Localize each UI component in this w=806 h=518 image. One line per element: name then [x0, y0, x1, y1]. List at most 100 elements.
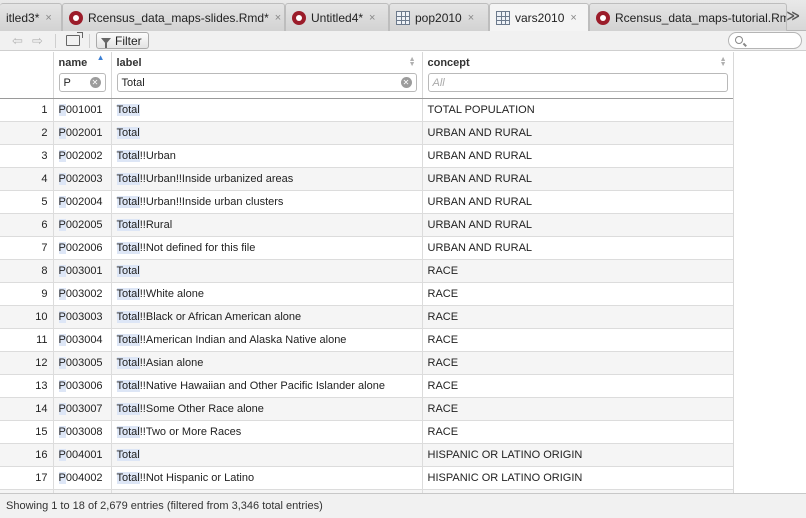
table-row[interactable]: 16 P004001 Total HISPANIC OR LATINO ORIGIN — [0, 443, 733, 467]
name-value: P003007 — [58, 402, 103, 415]
search-match-highlight: P — [58, 195, 66, 208]
label-value: Total!!Rural — [116, 218, 173, 231]
search-match-highlight: Total — [116, 195, 140, 208]
table-row[interactable]: 11 P003004 Total!!American Indian and Alas… — [0, 328, 733, 352]
close-icon[interactable]: × — [275, 12, 281, 24]
label-value: Total!!Urban!!Inside urban clusters — [116, 195, 284, 208]
data-grid-icon — [496, 11, 510, 25]
tab-overflow-chevron-icon[interactable]: ≫ — [786, 8, 800, 24]
sort-toggle-icon[interactable]: ▲ ▼ — [720, 56, 727, 68]
back-arrow-icon[interactable]: ⇦ — [12, 33, 23, 49]
entries-status-text: Showing 1 to 18 of 2,679 entries (filter… — [6, 500, 323, 512]
forward-arrow-icon[interactable]: ⇨ — [32, 33, 43, 49]
table-row[interactable]: 6 P002005 Total!!Rural URBAN AND RURAL — [0, 213, 733, 237]
table-row[interactable]: 4 P002003 Total!!Urban!!Inside urbanized a… — [0, 167, 733, 191]
row-index-header — [0, 52, 54, 99]
name-value: P003001 — [58, 264, 103, 277]
close-icon[interactable]: × — [570, 12, 576, 24]
search-match-highlight: Total — [116, 448, 140, 461]
sort-toggle-icon[interactable]: ▲ ▼ — [409, 56, 416, 68]
concept-cell: URBAN AND RURAL — [422, 190, 733, 214]
table-row[interactable]: 3 P002002 Total!!Urban URBAN AND RURAL — [0, 144, 733, 168]
clear-filter-icon[interactable]: ✕ — [400, 77, 412, 88]
concept-cell: HISPANIC OR LATINO ORIGIN — [422, 443, 733, 467]
concept-cell: RACE — [422, 259, 733, 283]
name-value: P003003 — [58, 310, 103, 323]
concept-cell: RACE — [422, 351, 733, 375]
clear-filter-icon[interactable]: ✕ — [89, 77, 101, 88]
name-cell: P003002 — [53, 282, 112, 306]
name-filter-field[interactable]: P ✕ — [58, 73, 106, 92]
tab-pop2010[interactable]: pop2010 × — [389, 3, 489, 31]
close-icon[interactable]: × — [369, 12, 375, 24]
table-row[interactable]: 14 P003007 Total!!Some Other Race alone RAC… — [0, 397, 733, 421]
search-match-highlight: P — [58, 218, 66, 231]
row-index-cell: 2 — [0, 121, 54, 145]
tab-rcensus-tutorial[interactable]: Rcensus_data_maps-tutorial.Rm — [589, 3, 787, 31]
sort-ascending-icon[interactable]: ▲ — [97, 54, 105, 62]
table-row[interactable]: 9 P003002 Total!!White alone RACE — [0, 282, 733, 306]
column-header-label[interactable]: label ▲ ▼ Total ✕ — [111, 52, 423, 99]
table-row[interactable]: 1 P001001 Total TOTAL POPULATION — [0, 98, 733, 122]
filter-value: P — [63, 77, 71, 89]
label-cell: Total — [111, 443, 423, 467]
filter-value: Total — [121, 77, 145, 89]
table-row[interactable]: 7 P002006 Total!!Not defined for this file… — [0, 236, 733, 260]
search-match-highlight: P — [58, 333, 66, 346]
tab-rcensus-slides[interactable]: Rcensus_data_maps-slides.Rmd* × — [62, 3, 285, 31]
concept-filter-field[interactable]: All — [427, 73, 728, 92]
tab-label: Rcensus_data_maps-tutorial.Rm — [615, 10, 787, 25]
tab-vars2010[interactable]: vars2010 × — [489, 3, 589, 32]
name-value: P002003 — [58, 172, 103, 185]
search-match-highlight: Total — [116, 333, 140, 346]
label-cell: Total!!Native Hawaiian and Other Pacific… — [111, 374, 423, 398]
table-row[interactable]: 10 P003003 Total!!Black or African America… — [0, 305, 733, 329]
filter-button[interactable]: Filter — [96, 32, 149, 49]
popout-window-icon[interactable] — [66, 32, 83, 46]
data-table: name ▲ P ✕ label ▲ ▼ Total ✕ concept ▲ ▼… — [0, 52, 733, 493]
search-icon — [735, 36, 743, 44]
label-cell: Total!!Urban!!Inside urbanized areas — [111, 167, 423, 191]
table-row[interactable]: 17 P004002 Total!!Not Hispanic or Latino HI… — [0, 466, 733, 490]
column-header-name[interactable]: name ▲ P ✕ — [53, 52, 112, 99]
column-header-concept[interactable]: concept ▲ ▼ All — [422, 52, 733, 99]
label-cell: Total — [111, 259, 423, 283]
label-filter-field[interactable]: Total ✕ — [116, 73, 417, 92]
label-value: Total!!Native Hawaiian and Other Pacific… — [116, 379, 385, 392]
row-index-cell: 12 — [0, 351, 54, 375]
concept-cell: TOTAL POPULATION — [422, 98, 733, 122]
toolbar-divider — [89, 34, 90, 48]
search-match-highlight: P — [58, 149, 66, 162]
rmd-file-icon — [69, 10, 83, 25]
search-match-highlight: P — [58, 126, 66, 139]
label-value: Total!!Two or More Races — [116, 425, 242, 438]
search-match-highlight: P — [58, 172, 66, 185]
label-value: Total!!Not defined for this file — [116, 241, 256, 254]
close-icon[interactable]: × — [468, 12, 474, 24]
data-viewer-window: itled3* × Rcensus_data_maps-slides.Rmd* … — [0, 0, 806, 518]
table-row[interactable]: 12 P003005 Total!!Asian alone RACE — [0, 351, 733, 375]
label-value: Total!!White alone — [116, 287, 204, 300]
search-input[interactable] — [728, 32, 802, 49]
label-cell: Total!!Not Hispanic or Latino — [111, 466, 423, 490]
column-title: label — [116, 57, 142, 69]
close-icon[interactable]: × — [45, 12, 51, 24]
search-match-highlight: P — [58, 310, 66, 323]
table-row[interactable]: 8 P003001 Total RACE — [0, 259, 733, 283]
row-index-cell: 16 — [0, 443, 54, 467]
row-index-cell: 1 — [0, 98, 54, 122]
tab-untitled4[interactable]: Untitled4* × — [285, 3, 389, 31]
tab-untitled3[interactable]: itled3* × — [0, 3, 62, 31]
table-row[interactable]: 2 P002001 Total URBAN AND RURAL — [0, 121, 733, 145]
table-row[interactable]: 13 P003006 Total!!Native Hawaiian and Othe… — [0, 374, 733, 398]
concept-cell: HISPANIC OR LATINO ORIGIN — [422, 466, 733, 490]
filter-placeholder: All — [432, 77, 445, 89]
table-row[interactable]: 15 P003008 Total!!Two or More Races RACE — [0, 420, 733, 444]
concept-cell: RACE — [422, 305, 733, 329]
name-cell: P003008 — [53, 420, 112, 444]
label-value: Total!!Not Hispanic or Latino — [116, 471, 255, 484]
table-row[interactable]: 5 P002004 Total!!Urban!!Inside urban clust… — [0, 190, 733, 214]
search-match-highlight: P — [58, 241, 66, 254]
concept-cell: RACE — [422, 374, 733, 398]
empty-gutter — [733, 52, 806, 493]
